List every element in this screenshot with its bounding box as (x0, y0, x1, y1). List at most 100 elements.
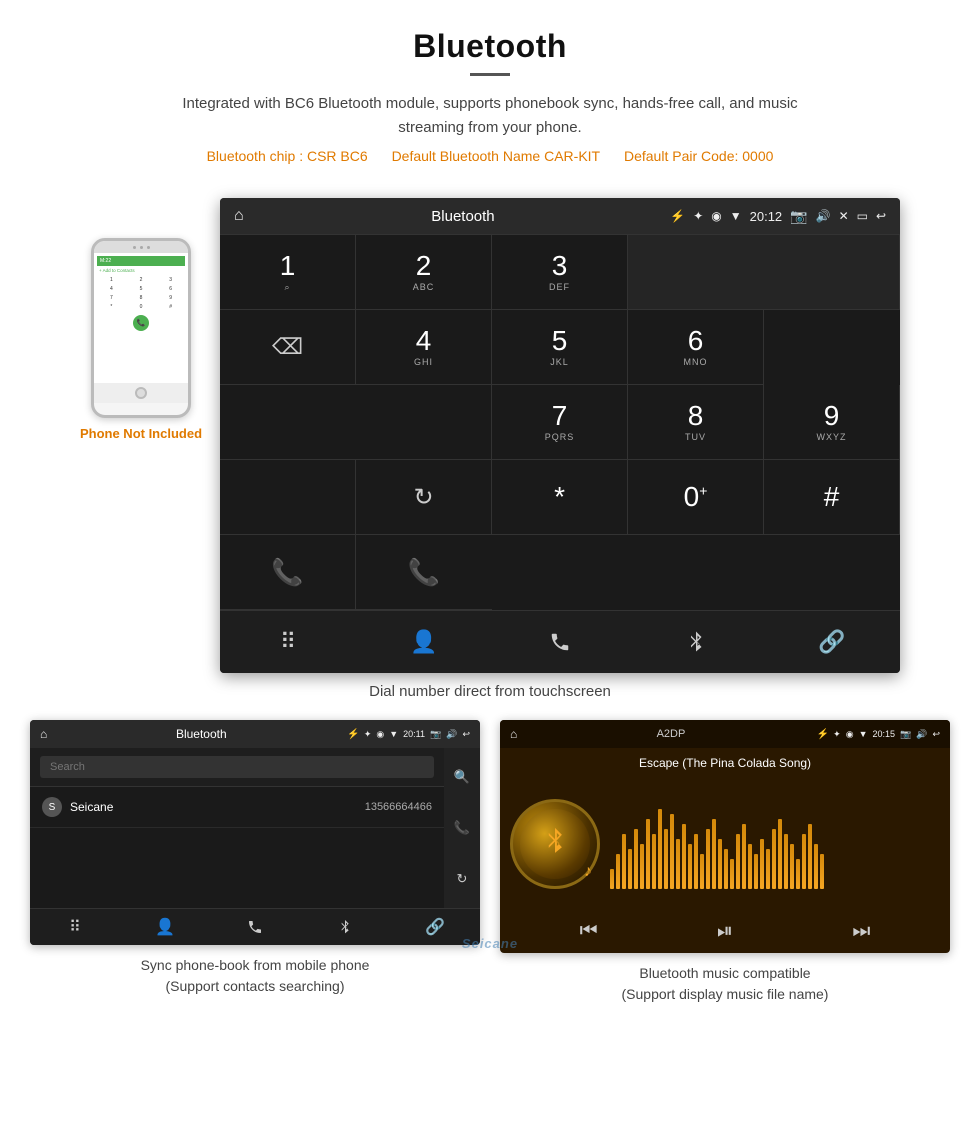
backspace-cell[interactable]: ⌫ (220, 310, 356, 385)
key-4-num: 4 (416, 327, 432, 355)
page-description: Integrated with BC6 Bluetooth module, su… (150, 92, 830, 140)
pb-time: 20:11 (403, 729, 425, 739)
key-9-num: 9 (824, 402, 840, 430)
location-icon: ◉ (711, 209, 721, 223)
page-header: Bluetooth Integrated with BC6 Bluetooth … (0, 0, 980, 198)
ms-usb-icon: ⚡ (817, 729, 829, 740)
home-icon[interactable]: ⌂ (234, 207, 244, 225)
call-green-cell[interactable]: 📞 (220, 535, 356, 610)
bluetooth-icon[interactable] (628, 621, 764, 663)
pb-contacts-icon[interactable]: 👤 (120, 917, 210, 937)
key-star[interactable]: * (492, 460, 628, 535)
visualizer-bar (616, 854, 620, 889)
key-7-num: 7 (552, 402, 568, 430)
pb-bt-icon: ✦ (364, 729, 372, 740)
ms-loc-icon: ◉ (846, 729, 854, 740)
pb-dialpad-icon[interactable]: ⠿ (30, 917, 120, 937)
call-red-cell[interactable]: 📞 (356, 535, 492, 610)
ms-song-title: Escape (The Pina Colada Song) (500, 748, 950, 774)
phone-mock-left: M:22 + Add to Contacts 123 456 789 *0# 📞… (80, 228, 202, 673)
car-bottom-bar: ⠿ 👤 🔗 (220, 610, 900, 673)
bottom-section: ⌂ Bluetooth ⚡ ✦ ◉ ▼ 20:11 📷 🔊 ↩ (0, 720, 980, 953)
phone-dot (133, 246, 136, 249)
play-pause-icon[interactable]: ⏯ (717, 920, 733, 943)
key-0[interactable]: 0+ (628, 460, 764, 535)
phone-dot (147, 246, 150, 249)
pb-side-search-icon[interactable]: 🔍 (454, 769, 470, 785)
ms-album-art: ♪ (510, 799, 600, 889)
key-7[interactable]: 7 PQRS (492, 385, 628, 460)
call-red-icon: 📞 (408, 557, 440, 588)
key-9[interactable]: 9 WXYZ (764, 385, 900, 460)
pb-back-icon[interactable]: ↩ (462, 729, 470, 740)
key-5[interactable]: 5 JKL (492, 310, 628, 385)
key-1-num: 1 (280, 252, 296, 280)
pb-main-area: S Seicane 13566664466 🔍 📞 ↻ (30, 748, 480, 908)
phonebook-caption-text: Sync phone-book from mobile phone(Suppor… (141, 957, 370, 994)
visualizer-bar (700, 854, 704, 889)
key-3[interactable]: 3 DEF (492, 235, 628, 310)
visualizer-bar (784, 834, 788, 889)
contact-name: Seicane (70, 800, 365, 814)
key-5-sub: JKL (550, 357, 569, 367)
ms-home-icon[interactable]: ⌂ (510, 727, 517, 741)
pb-search-row (30, 748, 444, 787)
key-2[interactable]: 2 ABC (356, 235, 492, 310)
key-1[interactable]: 1 ⌕ (220, 235, 356, 310)
ms-back-icon[interactable]: ↩ (932, 729, 940, 740)
status-icons: ⚡ ✦ ◉ ▼ 20:12 📷 🔊 ✕ ▭ ↩ (670, 208, 886, 225)
pb-wifi-icon: ▼ (389, 729, 398, 739)
phone-screen-header: M:22 (97, 256, 185, 266)
visualizer-bar (760, 839, 764, 889)
bt-chip: Bluetooth chip : CSR BC6 (207, 148, 368, 164)
contacts-icon[interactable]: 👤 (356, 621, 492, 663)
main-screen-label: Dial number direct from touchscreen (0, 683, 980, 700)
pb-loc-icon: ◉ (376, 729, 384, 740)
key-hash[interactable]: # (764, 460, 900, 535)
bt-name: Default Bluetooth Name CAR-KIT (392, 148, 601, 164)
music-block: ⌂ A2DP ⚡ ✦ ◉ ▼ 20:15 📷 🔊 ↩ Escape (The P… (500, 720, 950, 1005)
bluetooth-specs: Bluetooth chip : CSR BC6 Default Bluetoo… (40, 148, 940, 164)
visualizer-bar (772, 829, 776, 889)
pb-home-icon[interactable]: ⌂ (40, 727, 47, 741)
ms-icons: ✦ ◉ ▼ 20:15 📷 🔊 ↩ (833, 729, 940, 740)
visualizer-bar (802, 834, 806, 889)
prev-icon[interactable]: ⏮ (580, 920, 598, 943)
pb-bluetooth-bottom-icon[interactable] (300, 917, 390, 937)
phone-call-button[interactable]: 📞 (133, 315, 149, 331)
pb-icons: ✦ ◉ ▼ 20:11 📷 🔊 ↩ (364, 729, 470, 740)
dialpad-icon[interactable]: ⠿ (220, 621, 356, 663)
page-title: Bluetooth (40, 28, 940, 65)
back-icon[interactable]: ↩ (876, 209, 886, 223)
visualizer-bar (628, 849, 632, 889)
phone-icon[interactable] (492, 621, 628, 663)
key-7-sub: PQRS (545, 432, 575, 442)
visualizer-bar (676, 839, 680, 889)
pb-phone-bottom-icon[interactable] (210, 917, 300, 937)
visualizer-bar (670, 814, 674, 889)
key-6[interactable]: 6 MNO (628, 310, 764, 385)
ms-status-bar: ⌂ A2DP ⚡ ✦ ◉ ▼ 20:15 📷 🔊 ↩ (500, 720, 950, 748)
link-icon[interactable]: 🔗 (764, 621, 900, 663)
pb-link-bottom-icon[interactable]: 🔗 (390, 917, 480, 937)
key-star-num: * (554, 483, 565, 511)
refresh-cell[interactable]: ↻ (356, 460, 492, 535)
next-icon[interactable]: ⏭ (852, 920, 870, 943)
music-screen: ⌂ A2DP ⚡ ✦ ◉ ▼ 20:15 📷 🔊 ↩ Escape (The P… (500, 720, 950, 953)
ms-controls: ⏮ ⏯ ⏭ (500, 914, 950, 953)
pb-contact-row[interactable]: S Seicane 13566664466 (30, 787, 444, 828)
pb-side-refresh-icon[interactable]: ↻ (457, 871, 468, 887)
car-status-bar: ⌂ Bluetooth ⚡ ✦ ◉ ▼ 20:12 📷 🔊 ✕ ▭ ↩ (220, 198, 900, 234)
pb-search-input[interactable] (40, 756, 434, 778)
ms-bt-icon: ✦ (833, 729, 841, 740)
key-4[interactable]: 4 GHI (356, 310, 492, 385)
empty-area-2 (220, 385, 492, 460)
contact-letter: S (42, 797, 62, 817)
pb-side-phone-icon[interactable]: 📞 (454, 820, 470, 836)
visualizer-bar (736, 834, 740, 889)
key-8[interactable]: 8 TUV (628, 385, 764, 460)
phone-dot (140, 246, 143, 249)
key-9-sub: WXYZ (817, 432, 847, 442)
visualizer-bar (808, 824, 812, 889)
music-caption: Bluetooth music compatible(Support displ… (622, 963, 829, 1005)
